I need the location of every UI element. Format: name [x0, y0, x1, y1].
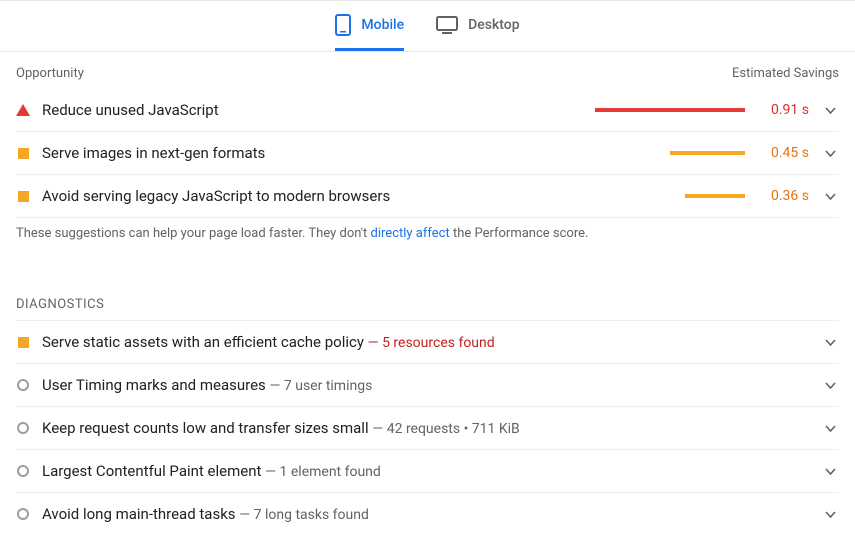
diagnostic-label: Avoid long main-thread tasks — 7 long ta… [42, 505, 809, 523]
desktop-icon [436, 16, 458, 34]
circle-gray-icon [16, 378, 30, 392]
square-orange-icon [16, 335, 30, 349]
circle-gray-icon [16, 421, 30, 435]
chevron-down-icon[interactable] [821, 421, 839, 436]
chevron-down-icon[interactable] [821, 189, 839, 204]
tabs: Mobile Desktop [0, 0, 855, 52]
diagnostic-row[interactable]: User Timing marks and measures — 7 user … [16, 363, 839, 406]
opportunity-label: Avoid serving legacy JavaScript to moder… [42, 187, 583, 205]
diagnostic-row[interactable]: Avoid long main-thread tasks — 7 long ta… [16, 492, 839, 535]
circle-gray-icon [16, 464, 30, 478]
chevron-down-icon[interactable] [821, 335, 839, 350]
savings-bar [595, 108, 745, 112]
diagnostic-label: Largest Contentful Paint element — 1 ele… [42, 462, 809, 480]
diagnostic-row[interactable]: Largest Contentful Paint element — 1 ele… [16, 449, 839, 492]
diagnostic-row[interactable]: Serve static assets with an efficient ca… [16, 320, 839, 363]
opportunity-column-header: Opportunity [16, 66, 84, 81]
circle-gray-icon [16, 507, 30, 521]
diagnostic-label: Serve static assets with an efficient ca… [42, 333, 809, 351]
tab-mobile[interactable]: Mobile [335, 13, 404, 51]
savings-bar [670, 151, 745, 155]
chevron-down-icon[interactable] [821, 507, 839, 522]
opportunity-row[interactable]: Reduce unused JavaScript 0.91 s [16, 89, 839, 131]
diagnostic-row[interactable]: Keep request counts low and transfer siz… [16, 406, 839, 449]
chevron-down-icon[interactable] [821, 378, 839, 393]
savings-bar [685, 194, 745, 198]
chevron-down-icon[interactable] [821, 103, 839, 118]
tab-desktop[interactable]: Desktop [436, 13, 519, 51]
diagnostic-label: Keep request counts low and transfer siz… [42, 419, 809, 437]
savings-value: 0.36 s [757, 188, 809, 204]
savings-column-header: Estimated Savings [732, 66, 839, 81]
mobile-icon [335, 14, 351, 36]
opportunities-header: Opportunity Estimated Savings [16, 52, 839, 89]
square-orange-icon [16, 146, 30, 160]
savings-bar-wrap [595, 151, 745, 155]
opportunity-label: Reduce unused JavaScript [42, 101, 583, 119]
opportunity-label: Serve images in next-gen formats [42, 144, 583, 162]
tab-desktop-label: Desktop [468, 17, 519, 33]
square-orange-icon [16, 189, 30, 203]
chevron-down-icon[interactable] [821, 146, 839, 161]
opportunity-row[interactable]: Serve images in next-gen formats 0.45 s [16, 131, 839, 174]
savings-bar-wrap [595, 194, 745, 198]
opportunity-row[interactable]: Avoid serving legacy JavaScript to moder… [16, 174, 839, 217]
tab-mobile-label: Mobile [361, 17, 404, 33]
diagnostics-heading: DIAGNOSTICS [16, 297, 839, 312]
chevron-down-icon[interactable] [821, 464, 839, 479]
savings-value: 0.45 s [757, 145, 809, 161]
directly-affect-link[interactable]: directly affect [371, 226, 450, 241]
opportunities-note: These suggestions can help your page loa… [16, 217, 839, 241]
triangle-red-icon [16, 103, 30, 117]
savings-bar-wrap [595, 108, 745, 112]
diagnostic-label: User Timing marks and measures — 7 user … [42, 376, 809, 394]
savings-value: 0.91 s [757, 102, 809, 118]
